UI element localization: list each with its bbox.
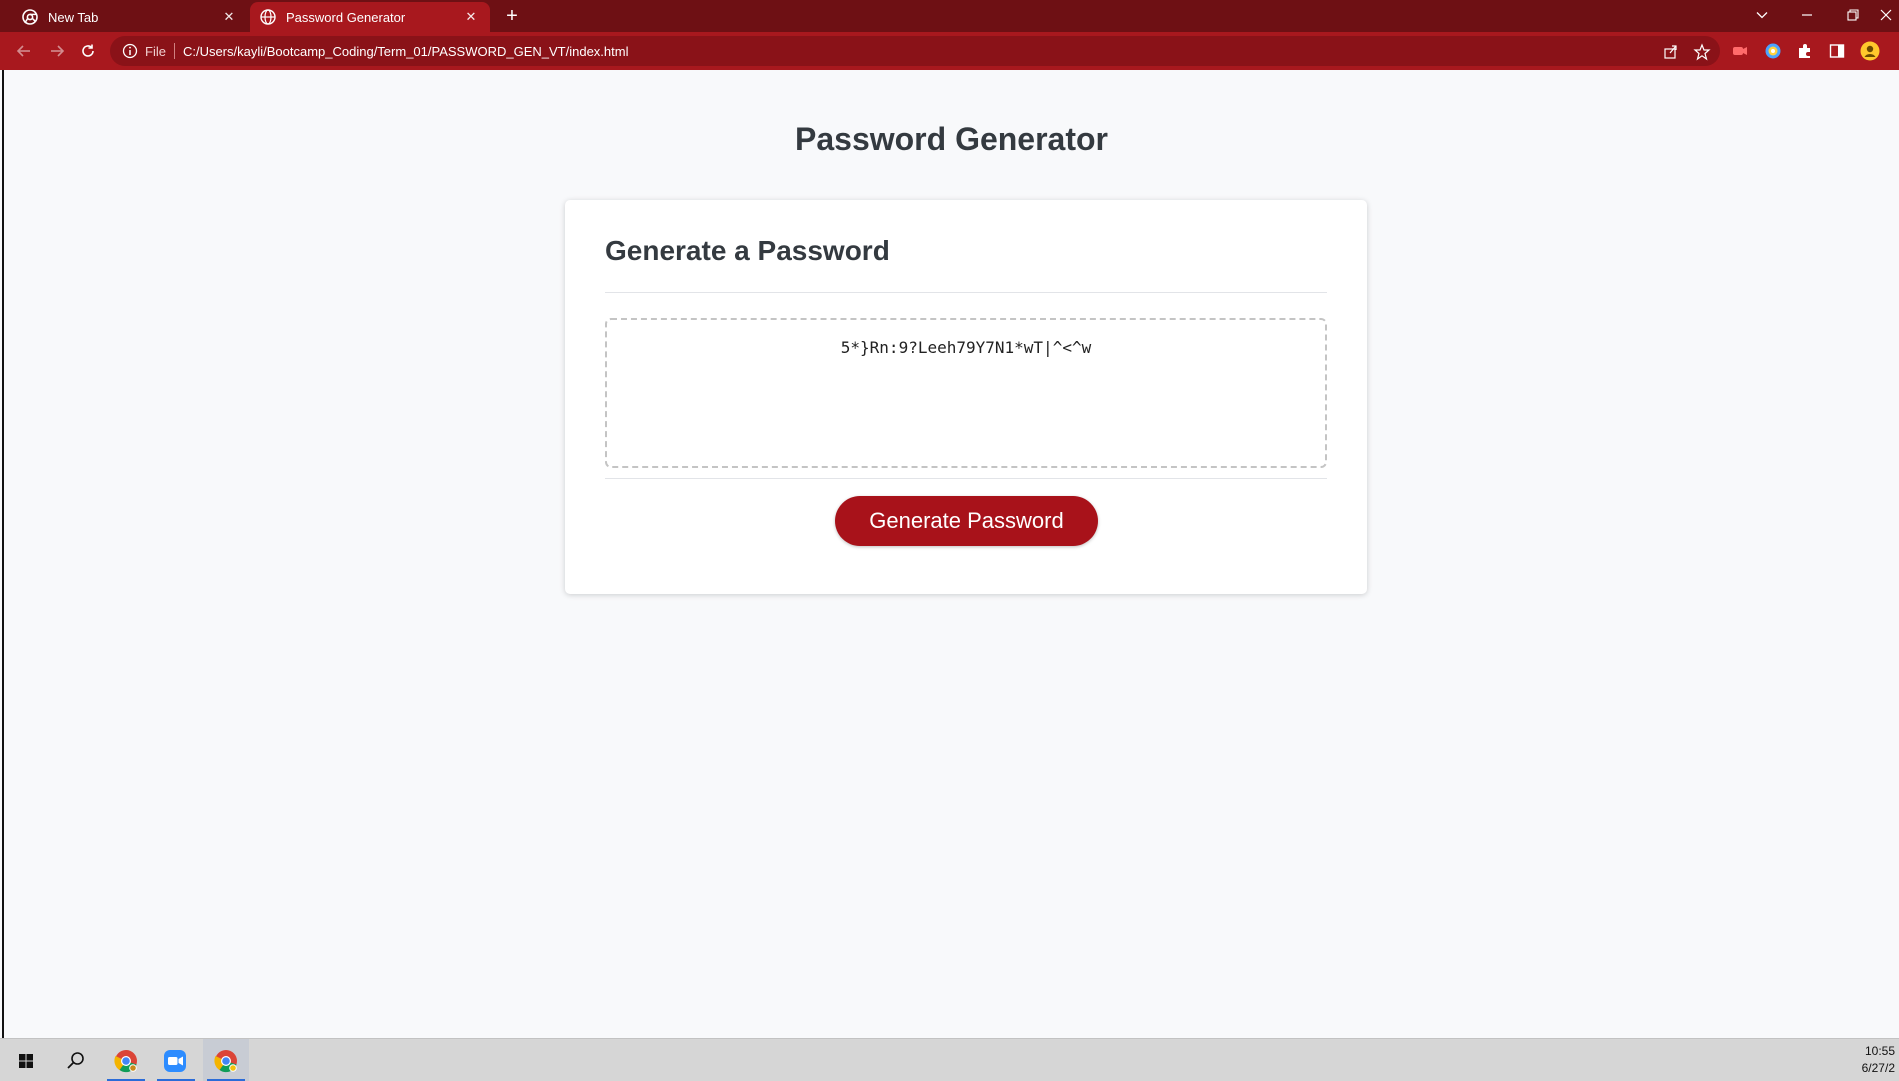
back-arrow-icon[interactable] bbox=[12, 39, 36, 63]
chrome-icon[interactable] bbox=[210, 1045, 242, 1077]
generator-card: Generate a Password 5*}Rn:9?Leeh79Y7N1*w… bbox=[565, 200, 1367, 594]
minimize-icon[interactable] bbox=[1787, 0, 1827, 30]
card-title: Generate a Password bbox=[605, 235, 890, 266]
info-icon[interactable] bbox=[122, 43, 138, 59]
system-clock[interactable]: 10:55 6/27/2 bbox=[1862, 1043, 1895, 1077]
windows-taskbar: 10:55 6/27/2 bbox=[0, 1038, 1899, 1081]
side-panel-icon[interactable] bbox=[1828, 42, 1846, 60]
bookmark-star-icon[interactable] bbox=[1693, 43, 1711, 61]
tab-bar: New Tab ✕ Password Generator ✕ + bbox=[0, 0, 1899, 32]
profile-avatar-icon[interactable] bbox=[1860, 41, 1880, 61]
generate-password-button[interactable]: Generate Password bbox=[835, 496, 1098, 546]
restore-icon[interactable] bbox=[1833, 0, 1873, 30]
close-icon[interactable]: ✕ bbox=[220, 9, 238, 25]
tab-title: New Tab bbox=[48, 9, 99, 25]
clock-date: 6/27/2 bbox=[1861, 1061, 1895, 1075]
tab-title: Password Generator bbox=[286, 9, 406, 25]
chrome-icon[interactable] bbox=[110, 1045, 142, 1077]
close-window-icon[interactable] bbox=[1872, 0, 1899, 30]
extension-zoom-icon[interactable] bbox=[1731, 42, 1749, 60]
card-footer bbox=[605, 478, 1327, 479]
zoom-icon[interactable] bbox=[159, 1045, 191, 1077]
extension-color-icon[interactable] bbox=[1764, 42, 1782, 60]
windows-start-icon[interactable] bbox=[10, 1045, 42, 1077]
globe-icon bbox=[260, 9, 276, 25]
share-icon[interactable] bbox=[1662, 43, 1680, 61]
page-title: Password Generator bbox=[795, 121, 1108, 157]
scheme-label: File bbox=[145, 43, 166, 59]
browser-toolbar: File C:/Users/kayli/Bootcamp_Coding/Term… bbox=[0, 32, 1899, 70]
new-tab-button[interactable]: + bbox=[500, 4, 524, 28]
tab-password-generator[interactable]: Password Generator ✕ bbox=[250, 2, 490, 32]
page-viewport: Password Generator Generate a Password 5… bbox=[2, 70, 1899, 1038]
close-icon[interactable]: ✕ bbox=[462, 9, 480, 25]
address-url[interactable]: C:/Users/kayli/Bootcamp_Coding/Term_01/P… bbox=[183, 44, 629, 59]
password-textarea[interactable]: 5*}Rn:9?Leeh79Y7N1*wT|^<^w bbox=[605, 318, 1327, 468]
tab-search-icon[interactable] bbox=[1742, 0, 1782, 30]
tab-new-tab[interactable]: New Tab ✕ bbox=[14, 2, 246, 32]
address-separator bbox=[173, 43, 175, 59]
forward-arrow-icon[interactable] bbox=[45, 39, 69, 63]
extensions-puzzle-icon[interactable] bbox=[1796, 42, 1814, 60]
search-icon[interactable] bbox=[60, 1045, 92, 1077]
card-header: Generate a Password bbox=[605, 235, 1327, 293]
address-bar[interactable]: File C:/Users/kayli/Bootcamp_Coding/Term… bbox=[110, 36, 1720, 66]
chrome-icon bbox=[22, 9, 38, 25]
reload-icon[interactable] bbox=[76, 39, 100, 63]
clock-time: 10:55 bbox=[1864, 1044, 1895, 1058]
